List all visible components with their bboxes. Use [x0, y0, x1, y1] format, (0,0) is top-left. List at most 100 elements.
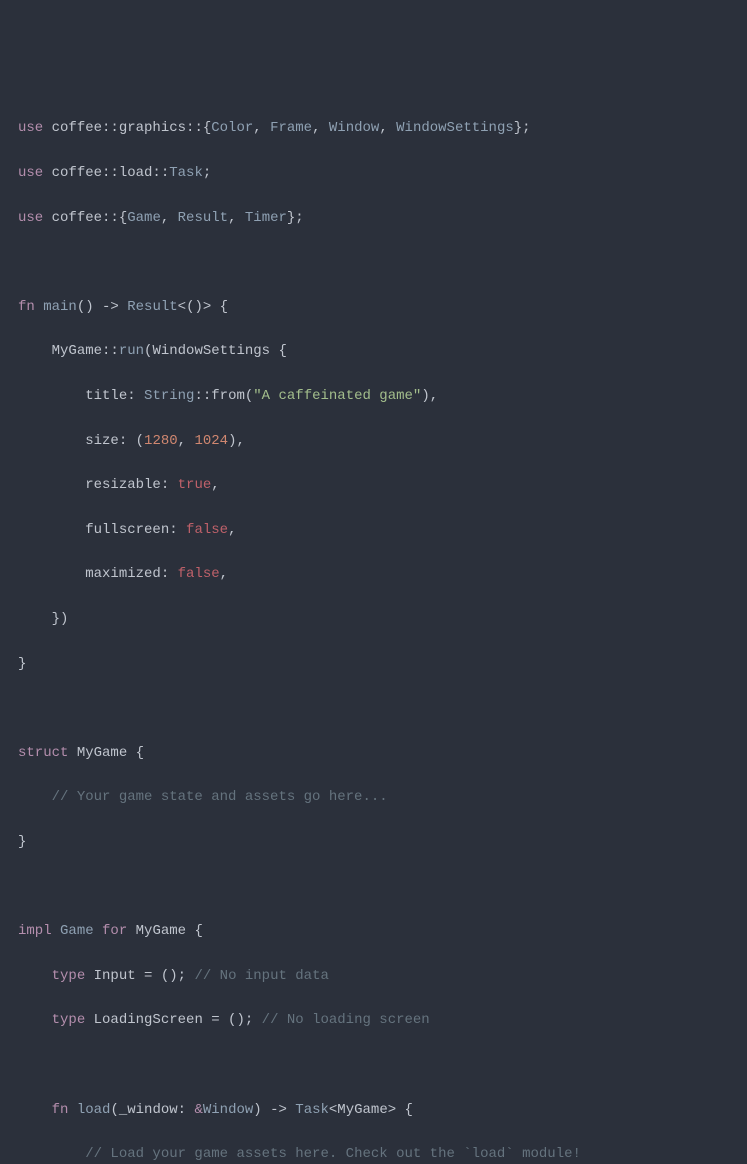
- punct: ,: [211, 477, 219, 493]
- punct: ,: [220, 566, 228, 582]
- code-line: impl Game for MyGame {: [0, 920, 747, 942]
- punct: ,: [379, 120, 396, 136]
- code-block: use coffee::graphics::{Color, Frame, Win…: [0, 95, 747, 1164]
- punct: (_window:: [110, 1102, 194, 1118]
- code-line: [0, 251, 747, 273]
- keyword: impl: [18, 923, 52, 939]
- keyword: fn: [52, 1102, 69, 1118]
- punct: <()> {: [178, 299, 228, 315]
- path: MyGame::: [52, 343, 119, 359]
- type: Window: [203, 1102, 253, 1118]
- path: coffee::{: [43, 210, 127, 226]
- identifier: MyGame: [136, 923, 186, 939]
- function: main: [43, 299, 77, 315]
- punct: = ();: [203, 1012, 253, 1028]
- type: Color: [211, 120, 253, 136]
- path: coffee::graphics::{: [43, 120, 211, 136]
- keyword: use: [18, 210, 43, 226]
- number: 1024: [194, 433, 228, 449]
- comment: // No input data: [186, 968, 329, 984]
- method: run: [119, 343, 144, 359]
- code-line: fn main() -> Result<()> {: [0, 296, 747, 318]
- code-line: type Input = (); // No input data: [0, 965, 747, 987]
- type: WindowSettings: [396, 120, 514, 136]
- code-line: fullscreen: false,: [0, 519, 747, 541]
- identifier: MyGame: [77, 745, 127, 761]
- punct: {: [127, 745, 144, 761]
- comment: // No loading screen: [253, 1012, 429, 1028]
- type: Timer: [245, 210, 287, 226]
- type: Result: [127, 299, 177, 315]
- code-line: [0, 1054, 747, 1076]
- string: "A caffeinated game": [253, 388, 421, 404]
- keyword: use: [18, 165, 43, 181]
- type: Result: [178, 210, 228, 226]
- code-line: // Your game state and assets go here...: [0, 786, 747, 808]
- punct: ,: [228, 522, 236, 538]
- punct: ,: [228, 210, 245, 226]
- bool: true: [178, 477, 212, 493]
- code-line: use coffee::{Game, Result, Timer};: [0, 207, 747, 229]
- keyword: type: [52, 968, 86, 984]
- punct: }: [18, 834, 26, 850]
- field: maximized:: [85, 566, 169, 582]
- punct: = ();: [136, 968, 186, 984]
- code-line: use coffee::load::Task;: [0, 162, 747, 184]
- punct: ,: [312, 120, 329, 136]
- punct: ) ->: [253, 1102, 295, 1118]
- field: resizable:: [85, 477, 169, 493]
- keyword: use: [18, 120, 43, 136]
- punct: }: [18, 656, 26, 672]
- code-line: }: [0, 653, 747, 675]
- keyword: fn: [18, 299, 35, 315]
- code-line: resizable: true,: [0, 474, 747, 496]
- punct: ;: [203, 165, 211, 181]
- field: fullscreen:: [85, 522, 177, 538]
- punct: };: [514, 120, 531, 136]
- field: title:: [85, 388, 135, 404]
- comment: // Load your game assets here. Check out…: [85, 1146, 581, 1162]
- code-line: use coffee::graphics::{Color, Frame, Win…: [0, 117, 747, 139]
- keyword: for: [102, 923, 127, 939]
- comment: // Your game state and assets go here...: [52, 789, 388, 805]
- function: load: [77, 1102, 111, 1118]
- code-line: fn load(_window: &Window) -> Task<MyGame…: [0, 1099, 747, 1121]
- punct: };: [287, 210, 304, 226]
- identifier: LoadingScreen: [94, 1012, 203, 1028]
- code-line: MyGame::run(WindowSettings {: [0, 340, 747, 362]
- code-line: }: [0, 831, 747, 853]
- number: 1280: [144, 433, 178, 449]
- code-line: [0, 697, 747, 719]
- code-line: maximized: false,: [0, 563, 747, 585]
- code-line: // Load your game assets here. Check out…: [0, 1143, 747, 1164]
- code-line: size: (1280, 1024),: [0, 430, 747, 452]
- punct: <MyGame> {: [329, 1102, 413, 1118]
- path: coffee::load::: [43, 165, 169, 181]
- type: Task: [169, 165, 203, 181]
- punct: () ->: [77, 299, 127, 315]
- code-line: [0, 876, 747, 898]
- punct: ),: [228, 433, 245, 449]
- bool: false: [178, 566, 220, 582]
- type: Frame: [270, 120, 312, 136]
- punct: ::from(: [194, 388, 253, 404]
- code-line: title: String::from("A caffeinated game"…: [0, 385, 747, 407]
- keyword: struct: [18, 745, 68, 761]
- type: String: [144, 388, 194, 404]
- punct: ,: [253, 120, 270, 136]
- code-line: }): [0, 608, 747, 630]
- type: Game: [60, 923, 94, 939]
- code-line: type LoadingScreen = (); // No loading s…: [0, 1009, 747, 1031]
- type: Game: [127, 210, 161, 226]
- bool: false: [186, 522, 228, 538]
- type: Task: [295, 1102, 329, 1118]
- field: size:: [85, 433, 127, 449]
- punct: }): [52, 611, 69, 627]
- punct: ),: [421, 388, 438, 404]
- punct: (WindowSettings {: [144, 343, 287, 359]
- amp: &: [194, 1102, 202, 1118]
- punct: ,: [161, 210, 178, 226]
- code-line: struct MyGame {: [0, 742, 747, 764]
- type: Window: [329, 120, 379, 136]
- punct: {: [186, 923, 203, 939]
